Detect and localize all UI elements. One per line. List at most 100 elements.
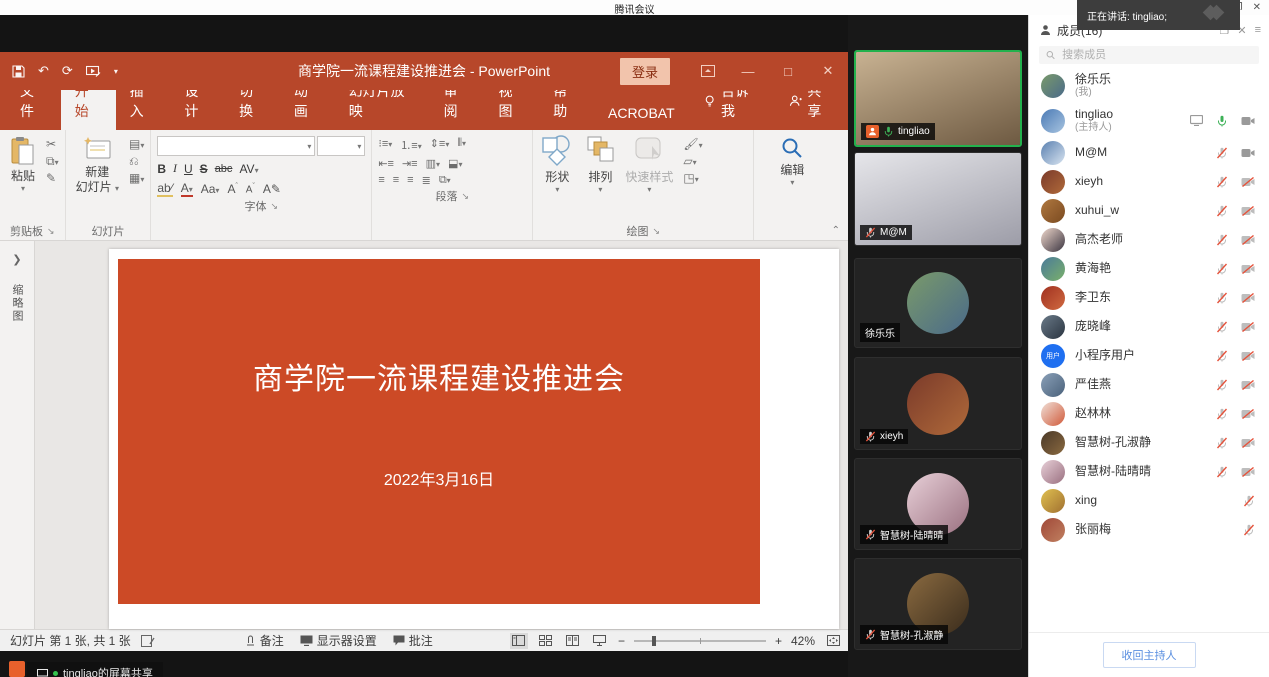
decrease-indent-icon[interactable]: ⇤≡ — [378, 157, 394, 170]
underline-button[interactable]: U — [184, 162, 193, 176]
reclaim-host-button[interactable]: 收回主持人 — [1103, 642, 1196, 668]
member-row[interactable]: 智慧树-陆晴晴 — [1029, 457, 1269, 486]
collapse-ribbon-icon[interactable]: ⌃ — [832, 225, 840, 236]
notes-toggle[interactable]: 备注 — [245, 632, 284, 649]
font-dialog-launcher-icon[interactable]: ↘ — [271, 201, 279, 212]
expand-thumbnails-icon[interactable]: ❯ — [12, 253, 21, 266]
slideshow-view-button[interactable] — [591, 633, 609, 649]
normal-view-button[interactable] — [510, 633, 528, 649]
zoom-in-button[interactable]: + — [775, 634, 782, 648]
highlight-color-button[interactable]: ab⁄ — [157, 181, 172, 197]
member-search[interactable] — [1039, 46, 1259, 64]
text-shadow-button[interactable]: S — [200, 162, 208, 176]
drawing-dialog-launcher-icon[interactable]: ↘ — [653, 226, 661, 237]
shapes-button[interactable]: 形状▾ — [539, 134, 575, 194]
video-tile[interactable]: 徐乐乐 — [854, 258, 1022, 348]
text-direction-icon[interactable]: ⫴▾ — [457, 137, 466, 153]
member-search-input[interactable] — [1060, 48, 1252, 62]
member-row[interactable]: xieyh — [1029, 167, 1269, 196]
shape-outline-icon[interactable]: ▱▾ — [683, 155, 702, 167]
section-icon[interactable]: ▦▾ — [129, 172, 144, 184]
redo-icon[interactable]: ⟳ — [62, 63, 73, 79]
italic-button[interactable]: I — [173, 161, 177, 176]
reset-slide-icon[interactable]: ⎌ — [129, 155, 144, 167]
member-row[interactable]: xuhui_w — [1029, 196, 1269, 225]
zoom-slider-handle[interactable] — [652, 636, 656, 646]
member-row[interactable]: 黄海艳 — [1029, 254, 1269, 283]
clear-formatting-button[interactable]: A✎ — [263, 182, 281, 196]
quick-styles-button[interactable]: 快速样式▾ — [625, 134, 673, 194]
video-tile[interactable]: M@M — [854, 152, 1022, 246]
ppt-maximize-icon[interactable]: □ — [768, 52, 808, 90]
justify-icon[interactable]: ≣ — [422, 174, 431, 187]
zoom-out-button[interactable]: − — [618, 634, 625, 648]
spell-check-icon[interactable] — [141, 635, 155, 647]
copy-icon[interactable]: ⧉▾ — [46, 155, 59, 167]
meeting-taskbar-icon[interactable] — [9, 661, 25, 677]
shrink-font-button[interactable]: Aˇ — [246, 183, 255, 195]
align-text-icon[interactable]: ⬓▾ — [448, 157, 462, 170]
display-settings-button[interactable]: 显示器设置 — [300, 632, 377, 649]
customize-qat-caret-icon[interactable]: ▾ — [114, 67, 118, 76]
bullets-icon[interactable]: ⁝≡▾ — [378, 137, 392, 153]
paragraph-dialog-launcher-icon[interactable]: ↘ — [462, 191, 470, 202]
character-spacing-button[interactable]: AV▾ — [239, 162, 258, 176]
panel-menu-icon[interactable]: ≡ — [1255, 24, 1261, 36]
paste-button[interactable]: 粘贴 ▾ — [6, 134, 40, 222]
editing-button[interactable]: 编辑 ▾ — [776, 134, 808, 222]
font-name-combo[interactable]: ▾ — [157, 136, 315, 156]
format-painter-icon[interactable]: ✎ — [46, 172, 59, 184]
member-row[interactable]: tingliao (主持人) — [1029, 103, 1269, 138]
member-row[interactable]: 严佳燕 — [1029, 370, 1269, 399]
bold-button[interactable]: B — [157, 162, 166, 176]
member-row[interactable]: 李卫东 — [1029, 283, 1269, 312]
change-case-button[interactable]: Aa▾ — [201, 182, 220, 196]
increase-indent-icon[interactable]: ⇥≡ — [402, 157, 418, 170]
zoom-slider[interactable] — [634, 640, 766, 642]
login-button[interactable]: 登录 — [620, 58, 670, 85]
slide-page[interactable]: 商学院一流课程建设推进会 2022年3月16日 — [109, 249, 839, 629]
thumbnail-pane-label[interactable]: 缩略图 — [9, 284, 25, 323]
columns-icon[interactable]: ▥▾ — [426, 157, 440, 170]
slide-date-text[interactable]: 2022年3月16日 — [118, 466, 760, 490]
align-center-icon[interactable]: ≡ — [393, 174, 399, 187]
ppt-minimize-icon[interactable]: — — [728, 52, 768, 90]
ribbon-display-options-icon[interactable] — [688, 52, 728, 90]
video-tile[interactable]: 智慧树-陆晴晴 — [854, 458, 1022, 550]
reading-view-button[interactable] — [564, 633, 582, 649]
slide-title-text[interactable]: 商学院一流课程建设推进会 — [118, 354, 760, 398]
ppt-close-icon[interactable]: ✕ — [808, 52, 848, 90]
numbering-icon[interactable]: ⒈≡▾ — [400, 137, 421, 153]
video-tile[interactable]: xieyh — [854, 357, 1022, 450]
member-row[interactable]: 高杰老师 — [1029, 225, 1269, 254]
video-tile[interactable]: tingliao — [854, 50, 1022, 147]
clipboard-dialog-launcher-icon[interactable]: ↘ — [47, 226, 55, 237]
member-row[interactable]: 张丽梅 — [1029, 515, 1269, 544]
slide-background-shape[interactable]: 商学院一流课程建设推进会 2022年3月16日 — [118, 259, 760, 604]
member-row[interactable]: M@M — [1029, 138, 1269, 167]
member-row[interactable]: 智慧树-孔淑静 — [1029, 428, 1269, 457]
member-row[interactable]: 庞晓峰 — [1029, 312, 1269, 341]
close-window-icon[interactable]: ✕ — [1253, 2, 1261, 13]
smartart-icon[interactable]: ⧉▾ — [439, 174, 451, 187]
zoom-percentage[interactable]: 42% — [791, 634, 815, 648]
new-slide-button[interactable]: 新建幻灯片 ▾ — [72, 134, 123, 222]
shape-fill-icon[interactable]: 🖌▾ — [683, 138, 702, 150]
menu-tab[interactable]: ACROBAT — [594, 96, 689, 130]
video-tile[interactable]: 智慧树-孔淑静 — [854, 558, 1022, 650]
shape-effects-icon[interactable]: ◳▾ — [683, 172, 702, 184]
cut-icon[interactable]: ✂ — [46, 138, 59, 150]
strikethrough-button[interactable]: abc — [215, 163, 233, 175]
member-row[interactable]: xing — [1029, 486, 1269, 515]
align-left-icon[interactable]: ≡ — [378, 174, 384, 187]
align-right-icon[interactable]: ≡ — [407, 174, 413, 187]
line-spacing-icon[interactable]: ⇕≡▾ — [430, 137, 450, 153]
member-row[interactable]: 徐乐乐 (我) — [1029, 68, 1269, 103]
start-slideshow-icon[interactable] — [86, 65, 101, 78]
arrange-button[interactable]: 排列▾ — [585, 134, 615, 194]
member-row[interactable]: 赵林林 — [1029, 399, 1269, 428]
save-icon[interactable] — [12, 65, 25, 78]
undo-icon[interactable]: ↶ — [38, 63, 49, 79]
grow-font-button[interactable]: Aˆ — [227, 182, 237, 196]
slide-sorter-view-button[interactable] — [537, 633, 555, 649]
